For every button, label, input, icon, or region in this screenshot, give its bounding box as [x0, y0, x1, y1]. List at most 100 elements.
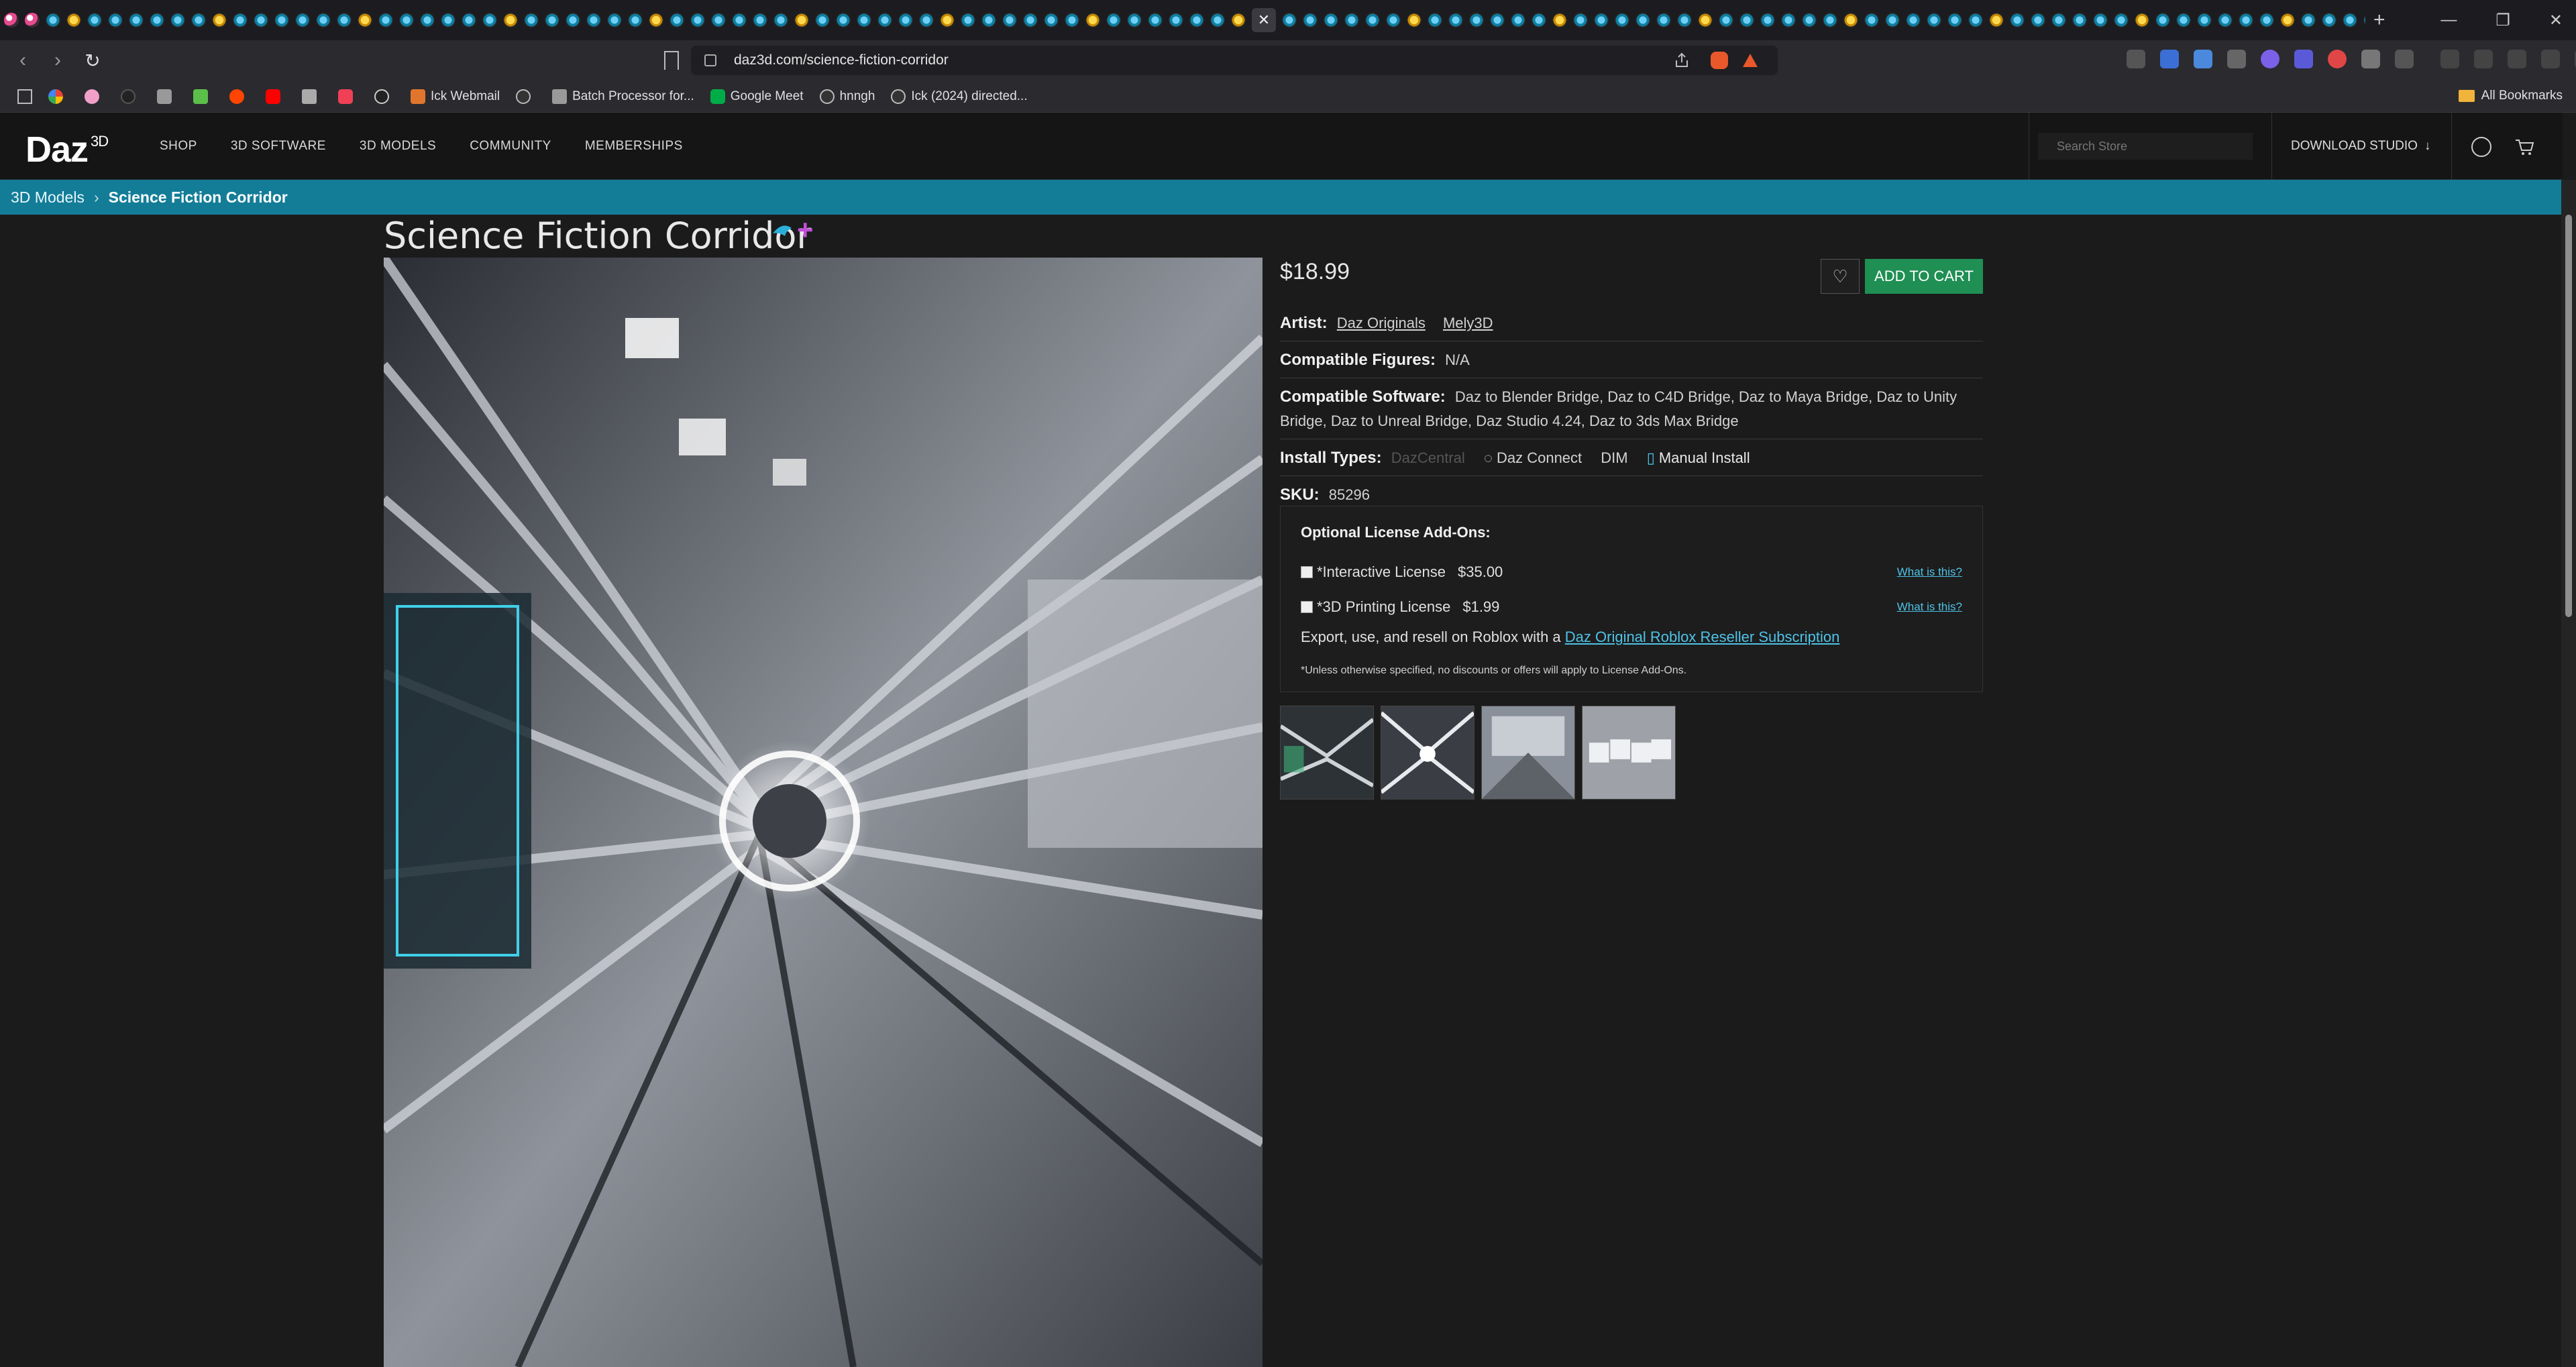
add-to-cart-button[interactable]: ADD TO CART: [1865, 259, 1983, 294]
tab-favicon[interactable]: [545, 13, 559, 28]
tab-favicon[interactable]: [274, 13, 289, 28]
tab-favicon[interactable]: [1023, 13, 1038, 28]
tab-favicon[interactable]: [1739, 13, 1754, 28]
tab-favicon[interactable]: [711, 13, 726, 28]
share-icon[interactable]: [1673, 52, 1690, 69]
tab-favicon[interactable]: [1843, 13, 1858, 28]
download-studio-button[interactable]: DOWNLOAD STUDIO ↓: [2291, 113, 2430, 180]
tab-favicon[interactable]: [1210, 13, 1225, 28]
bookmark-item[interactable]: [48, 89, 68, 104]
reload-icon[interactable]: ↻: [75, 50, 110, 72]
tab-favicon[interactable]: [1615, 13, 1629, 28]
translate-icon[interactable]: [2194, 50, 2212, 68]
bookmark-item[interactable]: [374, 89, 394, 104]
tab-favicon[interactable]: [2301, 13, 2316, 28]
tab-favicon[interactable]: [2135, 13, 2149, 28]
tab-favicon[interactable]: [2072, 13, 2087, 28]
back-icon[interactable]: ‹: [5, 49, 40, 72]
tab-favicon[interactable]: [628, 13, 643, 28]
tab-favicon[interactable]: [1231, 13, 1246, 28]
tab-favicon[interactable]: [233, 13, 248, 28]
tab-favicon[interactable]: [66, 13, 81, 28]
tab-favicon[interactable]: [753, 13, 767, 28]
breadcrumb-3d-models[interactable]: 3D Models: [11, 188, 85, 207]
artist-link-mely3d[interactable]: Mely3D: [1443, 315, 1493, 331]
tab-favicon[interactable]: [1303, 13, 1318, 28]
tab-favicon[interactable]: [1407, 13, 1421, 28]
all-bookmarks[interactable]: All Bookmarks: [2458, 89, 2563, 103]
tab-favicon[interactable]: [1823, 13, 1837, 28]
tab-favicon[interactable]: [566, 13, 580, 28]
tab-favicon[interactable]: [2363, 13, 2365, 28]
extension-icon[interactable]: [2395, 50, 2414, 68]
tab-favicon[interactable]: [961, 13, 975, 28]
tab-favicon[interactable]: [1324, 13, 1338, 28]
tab-favicon[interactable]: [1947, 13, 1962, 28]
vpn-icon[interactable]: [2541, 50, 2560, 68]
tab-favicon[interactable]: [607, 13, 622, 28]
tab-favicon[interactable]: [1802, 13, 1817, 28]
wishlist-button[interactable]: ♡: [1821, 259, 1860, 294]
tab-favicon[interactable]: [1719, 13, 1733, 28]
bookmark-item[interactable]: Batch Processor for...: [552, 89, 694, 104]
bookmark-item[interactable]: [121, 89, 141, 104]
tab-favicon[interactable]: [1906, 13, 1921, 28]
wallet-icon[interactable]: [2474, 50, 2493, 68]
active-tab-close-icon[interactable]: ✕: [1252, 8, 1276, 32]
tab-favicon[interactable]: [857, 13, 871, 28]
tab-favicon[interactable]: [378, 13, 393, 28]
tab-favicon[interactable]: [316, 13, 331, 28]
sidebar-icon[interactable]: [2440, 50, 2459, 68]
tab-favicon[interactable]: [1065, 13, 1079, 28]
tab-favicon[interactable]: [254, 13, 268, 28]
tab-favicon[interactable]: [2093, 13, 2108, 28]
bookmark-item[interactable]: Google Meet: [710, 89, 804, 104]
brave-rewards-icon[interactable]: [1741, 52, 1759, 69]
tab-favicon[interactable]: [170, 13, 185, 28]
tab-favicon[interactable]: [482, 13, 497, 28]
roblox-subscription-link[interactable]: Daz Original Roblox Reseller Subscriptio…: [1565, 628, 1840, 645]
tab-favicon[interactable]: [940, 13, 955, 28]
new-tab-icon[interactable]: +: [2373, 9, 2385, 32]
tab-favicon[interactable]: [2114, 13, 2129, 28]
tab-favicon[interactable]: [150, 13, 164, 28]
tab-favicon[interactable]: [919, 13, 934, 28]
tab-favicon[interactable]: [295, 13, 310, 28]
tab-favicon[interactable]: [212, 13, 227, 28]
site-info-icon[interactable]: [704, 54, 716, 66]
tab-favicon[interactable]: [25, 13, 40, 28]
tab-favicon[interactable]: [1885, 13, 1900, 28]
tab-favicon[interactable]: [1085, 13, 1100, 28]
tab-favicon[interactable]: [1927, 13, 1941, 28]
tab-favicon[interactable]: [649, 13, 663, 28]
cart-icon[interactable]: [2514, 137, 2534, 157]
tab-favicon[interactable]: [669, 13, 684, 28]
bookmark-item[interactable]: [157, 89, 177, 104]
thumbnail-image[interactable]: [1582, 706, 1676, 800]
bookmark-item[interactable]: hnngh: [819, 89, 875, 104]
extension-icon[interactable]: [2328, 50, 2347, 68]
bookmark-page-icon[interactable]: [664, 51, 679, 70]
tab-favicon[interactable]: [1552, 13, 1567, 28]
nav-shop[interactable]: SHOP: [160, 139, 197, 154]
tab-favicon[interactable]: [129, 13, 144, 28]
interactive-license-checkbox[interactable]: [1301, 566, 1313, 578]
tab-favicon[interactable]: [1127, 13, 1142, 28]
thumbnail-image[interactable]: [1481, 706, 1575, 800]
tab-favicon[interactable]: [1344, 13, 1359, 28]
tab-favicon[interactable]: [1386, 13, 1401, 28]
search-store-input[interactable]: Search Store: [2038, 133, 2253, 160]
tab-favicon[interactable]: [2051, 13, 2066, 28]
extension-icon[interactable]: [2160, 50, 2179, 68]
extension-icon[interactable]: [2261, 50, 2279, 68]
restore-icon[interactable]: ❐: [2496, 11, 2510, 30]
tab-favicon[interactable]: [2239, 13, 2253, 28]
tab-favicon[interactable]: [1428, 13, 1442, 28]
tab-favicon[interactable]: [46, 13, 60, 28]
tab-favicon[interactable]: [1490, 13, 1505, 28]
tab-favicon[interactable]: [1148, 13, 1163, 28]
tab-favicon[interactable]: [1189, 13, 1204, 28]
tab-favicon[interactable]: [981, 13, 996, 28]
close-window-icon[interactable]: ✕: [2549, 11, 2563, 30]
tab-favicon[interactable]: [1594, 13, 1609, 28]
